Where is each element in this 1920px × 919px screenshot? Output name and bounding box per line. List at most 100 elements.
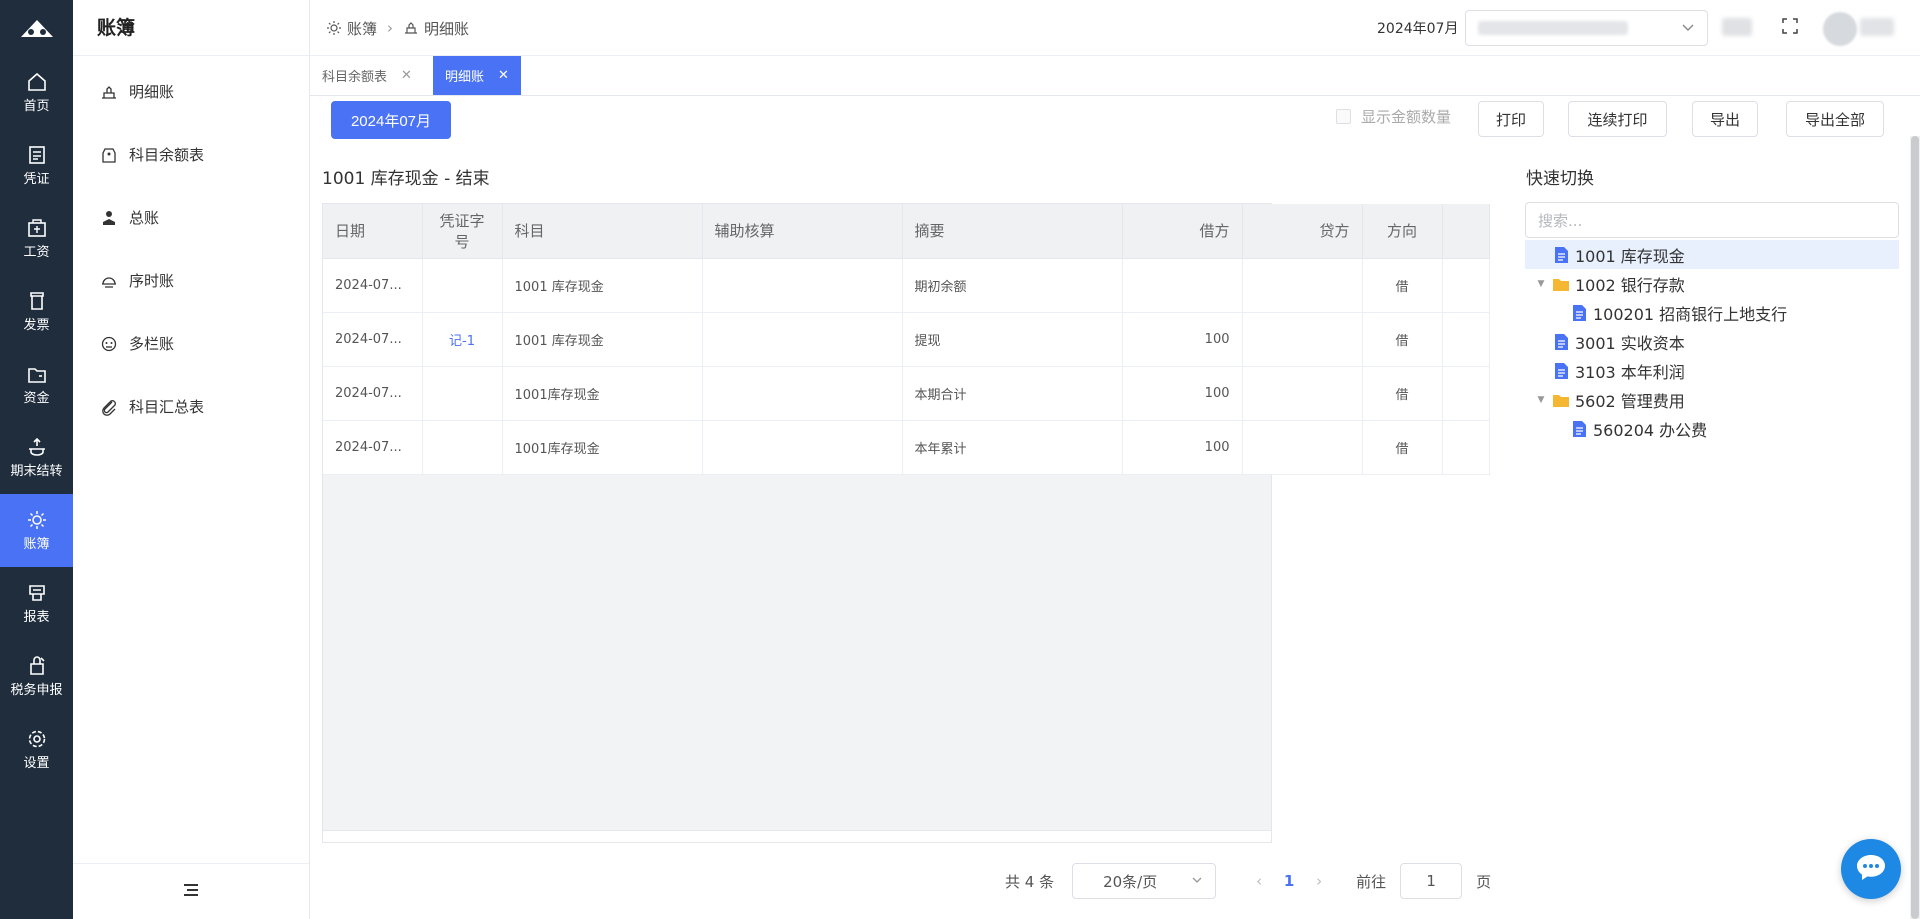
table-header-row: 日期 凭证字号 科目 辅助核算 摘要 借方 贷方 方向 <box>323 204 1490 259</box>
sub-menu-item-label: 总账 <box>129 209 160 227</box>
column-header: 辅助核算 <box>702 204 903 259</box>
tab-label: 科目余额表 <box>322 70 388 85</box>
show-qty-checkbox[interactable]: 显示金额数量 <box>1336 106 1451 127</box>
table-row[interactable]: 2024-07... 1001库存现金 本期合计 100 借 <box>323 366 1490 421</box>
nav-item[interactable]: 工资 <box>0 202 73 275</box>
folder-icon <box>1553 391 1569 409</box>
user-info-redacted[interactable] <box>1722 18 1752 36</box>
page-size-select[interactable]: 20条/页 <box>1072 863 1217 899</box>
funds-icon <box>26 363 48 385</box>
nav-item-label: 报表 <box>23 609 50 625</box>
tree-node[interactable]: 1001 库存现金 <box>1525 240 1899 269</box>
nav-item[interactable]: 期末结转 <box>0 421 73 494</box>
file-icon <box>1571 420 1587 438</box>
cell-spacer <box>1442 366 1490 421</box>
tab-balance[interactable]: 科目余额表 ✕ <box>310 56 424 95</box>
nav-item[interactable]: 资金 <box>0 348 73 421</box>
sub-menu-item-label: 科目余额表 <box>129 146 205 164</box>
continuous-print-button[interactable]: 连续打印 <box>1568 101 1667 137</box>
table-title: 1001 库存现金 - 结束 <box>322 169 490 189</box>
tree-node[interactable]: 560204 办公费 <box>1525 414 1899 443</box>
table-row[interactable]: 2024-07... 1001库存现金 本年累计 100 借 <box>323 420 1490 475</box>
user-menu-redacted[interactable] <box>1860 18 1894 36</box>
period-picker-button[interactable]: 2024年07月 <box>331 101 451 139</box>
table-row[interactable]: 2024-07... 1001 库存现金 期初余额 借 <box>323 258 1490 313</box>
nav-item-label: 设置 <box>23 755 50 771</box>
file-icon <box>1553 333 1569 351</box>
voucher-icon <box>26 144 48 166</box>
salary-icon <box>26 217 48 239</box>
cell-spacer <box>1442 312 1490 367</box>
checkbox-box[interactable] <box>1336 109 1351 124</box>
cell-debit: 100 <box>1122 366 1243 421</box>
cell-summary: 本年累计 <box>902 420 1123 475</box>
collapse-menu-button[interactable] <box>73 863 309 919</box>
goto-page-input[interactable]: 1 <box>1400 863 1463 899</box>
tree-node[interactable]: ▼ 1002 银行存款 <box>1525 269 1899 298</box>
cell-voucher <box>422 366 503 421</box>
sub-menu-item-label: 科目汇总表 <box>129 398 205 416</box>
company-select[interactable] <box>1465 10 1708 46</box>
tree-node[interactable]: 100201 招商银行上地支行 <box>1525 298 1899 327</box>
sub-menu-item[interactable]: 总账 <box>73 186 309 249</box>
tab-detail-ledger[interactable]: 明细账 ✕ <box>433 56 521 95</box>
page-number-current[interactable]: 1 <box>1274 872 1304 890</box>
nav-item[interactable]: 报表 <box>0 567 73 640</box>
nav-item[interactable]: 账簿 <box>0 494 73 567</box>
sub-menu: 账簿 明细账 科目余额表 总账 序时账 多栏账 科目汇总表 <box>73 0 310 919</box>
sub-menu-item[interactable]: 序时账 <box>73 249 309 312</box>
cell-aux <box>702 312 903 367</box>
pagination: 共 4 条 20条/页 ‹ 1 › 前往 1 页 <box>1005 862 1491 900</box>
cell-direction: 借 <box>1362 312 1443 367</box>
tree-node-label: 560204 办公费 <box>1593 420 1708 440</box>
app-logo[interactable] <box>0 0 73 56</box>
cell-voucher <box>422 420 503 475</box>
company-name-redacted <box>1478 21 1628 35</box>
tree-node[interactable]: 3103 本年利润 <box>1525 356 1899 385</box>
tax-icon <box>26 655 48 677</box>
export-button[interactable]: 导出 <box>1692 101 1758 137</box>
top-header: 账簿 › 明细账 2024年07月 <box>310 0 1920 56</box>
sub-menu-item[interactable]: 明细账 <box>73 60 309 123</box>
prev-page-icon[interactable]: ‹ <box>1244 872 1274 890</box>
horizontal-scrollbar[interactable] <box>323 830 1271 842</box>
nav-item[interactable]: 首页 <box>0 56 73 129</box>
sub-menu-item[interactable]: 科目汇总表 <box>73 375 309 438</box>
next-page-icon[interactable]: › <box>1304 872 1334 890</box>
close-icon[interactable]: ✕ <box>401 68 412 83</box>
period-close-icon <box>26 436 48 458</box>
cell-summary: 期初余额 <box>902 258 1123 313</box>
table-row[interactable]: 2024-07... 记-1 1001 库存现金 提现 100 借 <box>323 312 1490 367</box>
export-all-button[interactable]: 导出全部 <box>1786 101 1884 137</box>
nav-item[interactable]: 发票 <box>0 275 73 348</box>
cell-voucher: 记-1 <box>422 312 503 367</box>
close-icon[interactable]: ✕ <box>498 68 509 83</box>
fullscreen-icon[interactable] <box>1782 18 1798 38</box>
file-icon <box>1553 362 1569 380</box>
quick-switch-search-input[interactable]: 搜索... <box>1525 202 1899 238</box>
breadcrumb-item-current: 明细账 <box>424 19 470 38</box>
tab-label: 明细账 <box>445 70 485 85</box>
chat-support-button[interactable] <box>1841 839 1901 899</box>
sub-menu-item[interactable]: 科目余额表 <box>73 123 309 186</box>
vertical-scrollbar[interactable] <box>1910 136 1920 919</box>
print-button[interactable]: 打印 <box>1478 101 1544 137</box>
column-header-spacer <box>1442 204 1490 259</box>
chevron-down-icon <box>1681 20 1695 38</box>
chat-bubble-icon <box>1855 853 1887 885</box>
scrollbar-thumb[interactable] <box>1911 136 1919 919</box>
avatar[interactable] <box>1823 12 1857 46</box>
tree-node[interactable]: 3001 实收资本 <box>1525 327 1899 356</box>
breadcrumb-item[interactable]: 账簿 <box>347 18 377 39</box>
caret-down-icon[interactable]: ▼ <box>1535 395 1547 405</box>
nav-item[interactable]: 税务申报 <box>0 640 73 713</box>
caret-down-icon[interactable]: ▼ <box>1535 279 1547 289</box>
nav-item[interactable]: 设置 <box>0 713 73 786</box>
sub-menu-item[interactable]: 多栏账 <box>73 312 309 375</box>
voucher-link[interactable]: 记-1 <box>449 334 475 349</box>
nav-item-label: 账簿 <box>23 536 50 552</box>
tree-node[interactable]: ▼ 5602 管理费用 <box>1525 385 1899 414</box>
tree-node-label: 3103 本年利润 <box>1575 362 1685 382</box>
nav-item[interactable]: 凭证 <box>0 129 73 202</box>
column-header: 方向 <box>1362 204 1443 259</box>
